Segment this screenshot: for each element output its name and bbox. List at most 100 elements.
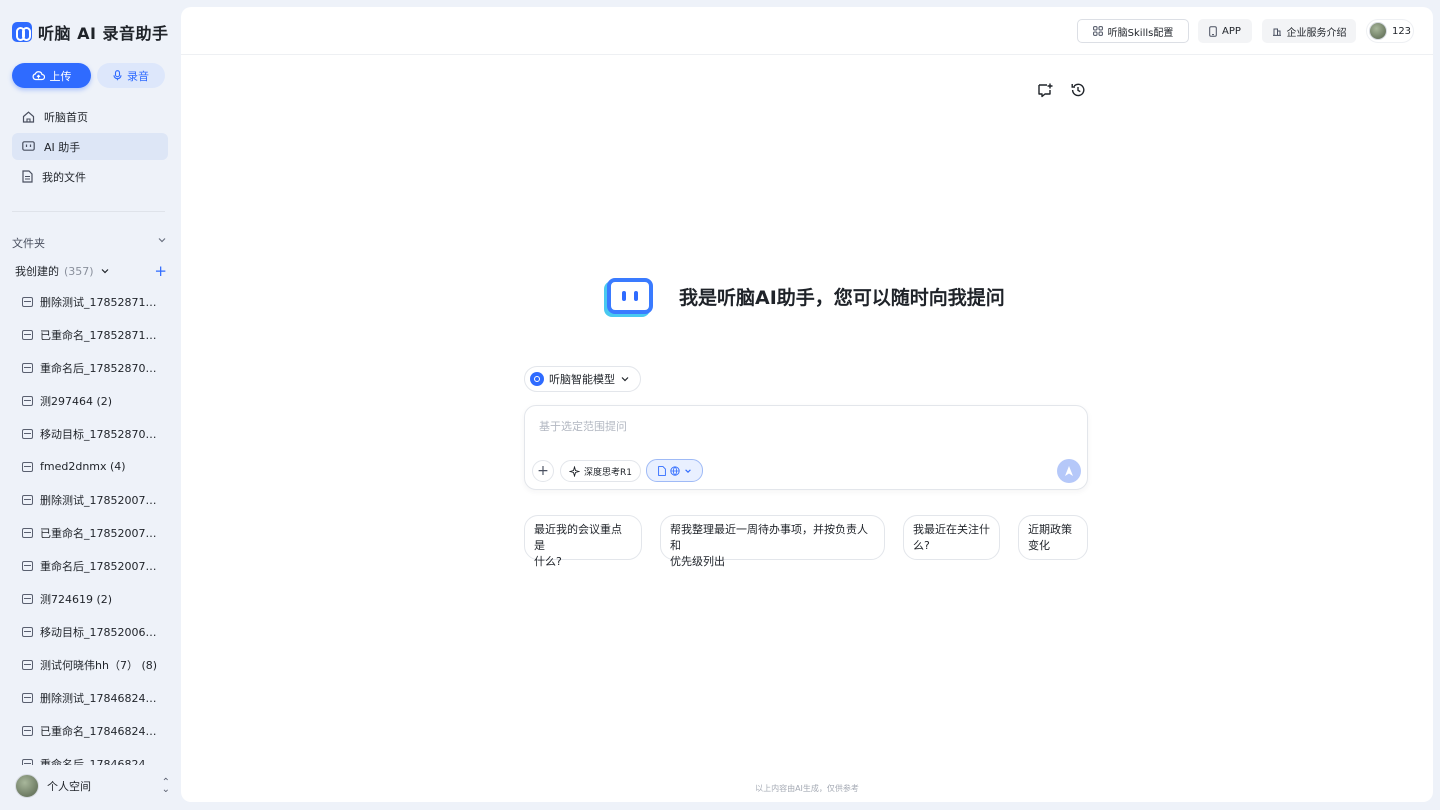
record-button[interactable]: 录音: [97, 63, 165, 88]
list-item[interactable]: 重命名后_1785200720 ...: [22, 549, 168, 582]
folder-icon: [22, 659, 33, 670]
folder-icon: [22, 725, 33, 736]
skills-config-button[interactable]: 听脑Skills配置: [1077, 19, 1189, 43]
folder-list: 删除测试_1785287120 ... 已重命名_1785287107 (...…: [22, 285, 168, 765]
chevron-down-icon: [684, 468, 691, 473]
suggestion-text: 优先级列出: [670, 555, 725, 568]
document-icon: [22, 170, 33, 183]
suggestion-text: 帮我整理最近一周待办事项，并按负责人和: [670, 523, 868, 552]
workspace-switcher[interactable]: 个人空间 ⌃ ⌄: [15, 773, 170, 799]
up-down-chevron-icon: ⌃ ⌄: [161, 777, 170, 795]
nav-item-my-files[interactable]: 我的文件: [12, 163, 168, 190]
folder-icon: [22, 428, 33, 439]
folders-header[interactable]: 文件夹: [12, 235, 167, 251]
question-input[interactable]: [539, 416, 1019, 436]
home-icon: [22, 110, 35, 123]
list-item[interactable]: 删除测试_1785287120 ...: [22, 285, 168, 318]
deep-think-toggle[interactable]: 深度思考R1: [560, 460, 641, 482]
list-item[interactable]: 移动目标_1785287046 ...: [22, 417, 168, 450]
enterprise-label: 企业服务介绍: [1286, 27, 1347, 39]
chat-composer: + 深度思考R1: [524, 405, 1088, 490]
suggestion-chip[interactable]: 帮我整理最近一周待办事项，并按负责人和 优先级列出: [660, 515, 885, 568]
nav-label-my-files: 我的文件: [42, 170, 86, 184]
list-item[interactable]: 已重命名_1785287107 (...: [22, 318, 168, 351]
send-button[interactable]: [1057, 459, 1081, 483]
suggestion-text: 我最近在关注什: [913, 523, 990, 536]
my-created-folders-row[interactable]: 我创建的 (357) +: [15, 263, 167, 279]
chevron-down-icon: [621, 377, 629, 382]
nav-item-ai-assistant[interactable]: AI 助手: [12, 133, 168, 160]
folder-name: 测724619 (2): [40, 592, 113, 606]
my-created-label: 我创建的: [15, 265, 59, 278]
list-item[interactable]: fmed2dnmx (4): [22, 450, 168, 483]
nav-item-home[interactable]: 听脑首页: [12, 103, 168, 130]
plus-icon: +: [537, 463, 549, 479]
suggestion-chip[interactable]: 最近我的会议重点是 什么?: [524, 515, 642, 568]
list-item[interactable]: 重命名后_1784682426 ...: [22, 747, 168, 765]
welcome-hero: 我是听脑AI助手，您可以随时向我提问: [607, 278, 1005, 314]
app-title: 听脑 AI 录音助手: [38, 24, 169, 43]
folder-name: fmed2dnmx (4): [40, 460, 126, 473]
ai-disclaimer: 以上内容由AI生成，仅供参考: [755, 784, 859, 793]
list-item[interactable]: 已重命名_1784682438 ...: [22, 714, 168, 747]
list-item[interactable]: 测试何晓伟hh（7） (8): [22, 648, 168, 681]
folder-name: 重命名后_1784682426 ...: [40, 757, 162, 766]
folder-name: 移动目标_1785287046 ...: [40, 427, 162, 441]
welcome-title: 我是听脑AI助手，您可以随时向我提问: [679, 286, 1005, 309]
skills-grid-icon: [1092, 26, 1103, 36]
avatar: [1368, 22, 1387, 40]
attach-button[interactable]: +: [532, 460, 554, 482]
user-menu[interactable]: 123: [1366, 19, 1414, 43]
app-download-button[interactable]: APP: [1198, 19, 1252, 43]
record-label: 录音: [127, 69, 149, 83]
folder-icon: [22, 395, 33, 406]
suggestion-chip[interactable]: 我最近在关注什 么?: [903, 515, 1000, 560]
my-created-count: (357): [64, 264, 94, 278]
list-item[interactable]: 重命名后_1785287096 ...: [22, 351, 168, 384]
upload-label: 上传: [49, 69, 72, 83]
list-item[interactable]: 已重命名_1785200729 ...: [22, 516, 168, 549]
list-item[interactable]: 移动目标_1785200673 ...: [22, 615, 168, 648]
list-item[interactable]: 删除测试_1785200743 ...: [22, 483, 168, 516]
model-name: 听脑智能模型: [549, 373, 615, 386]
folder-icon: [22, 494, 33, 505]
user-name: 123: [1391, 25, 1412, 37]
suggestion-text: 么?: [913, 539, 930, 552]
app-label: APP: [1222, 25, 1241, 37]
brand[interactable]: 听脑 AI 录音助手: [12, 20, 168, 44]
folder-icon: [22, 692, 33, 703]
list-item[interactable]: 测297464 (2): [22, 384, 168, 417]
add-folder-icon[interactable]: +: [154, 264, 167, 279]
folder-name: 重命名后_1785287096 ...: [40, 361, 162, 375]
nav-label-home: 听脑首页: [44, 110, 88, 124]
list-item[interactable]: 测724619 (2): [22, 582, 168, 615]
workspace-label: 个人空间: [47, 780, 91, 793]
suggestion-text: 什么?: [534, 555, 562, 568]
top-bar: 听脑Skills配置 APP 企业服务介绍 123: [181, 7, 1433, 55]
suggestion-text: 最近我的会议重点是: [534, 523, 622, 552]
model-logo-icon: [530, 372, 544, 386]
history-icon[interactable]: [1070, 82, 1086, 98]
app-logo-icon: [12, 22, 32, 42]
folder-icon: [22, 560, 33, 571]
sidebar: 听脑 AI 录音助手 上传 录音 听脑首页 AI 助手 我的文件 文件夹 我创建…: [0, 0, 180, 810]
scope-selector[interactable]: [646, 459, 703, 482]
enterprise-services-button[interactable]: 企业服务介绍: [1262, 19, 1356, 43]
model-selector[interactable]: 听脑智能模型: [524, 366, 641, 392]
list-item[interactable]: 删除测试_1784682455 ...: [22, 681, 168, 714]
main-panel: 听脑Skills配置 APP 企业服务介绍 123 我是听脑AI助手，您可以随时…: [181, 7, 1433, 802]
suggestion-text: 近期政策: [1028, 523, 1072, 536]
ai-bot-icon: [607, 278, 653, 314]
chevron-down-icon[interactable]: [157, 235, 167, 245]
cloud-upload-icon: [32, 71, 45, 81]
chevron-down-icon[interactable]: [100, 266, 110, 276]
upload-button[interactable]: 上传: [12, 63, 91, 88]
folder-icon: [22, 329, 33, 340]
folder-name: 删除测试_1784682455 ...: [40, 691, 162, 705]
new-chat-icon[interactable]: [1037, 82, 1053, 98]
folder-name: 已重命名_1784682438 ...: [40, 724, 162, 738]
building-icon: [1272, 28, 1281, 36]
sidebar-divider: [12, 211, 165, 212]
suggestion-chip[interactable]: 近期政策 变化: [1018, 515, 1088, 560]
folder-name: 移动目标_1785200673 ...: [40, 625, 162, 639]
